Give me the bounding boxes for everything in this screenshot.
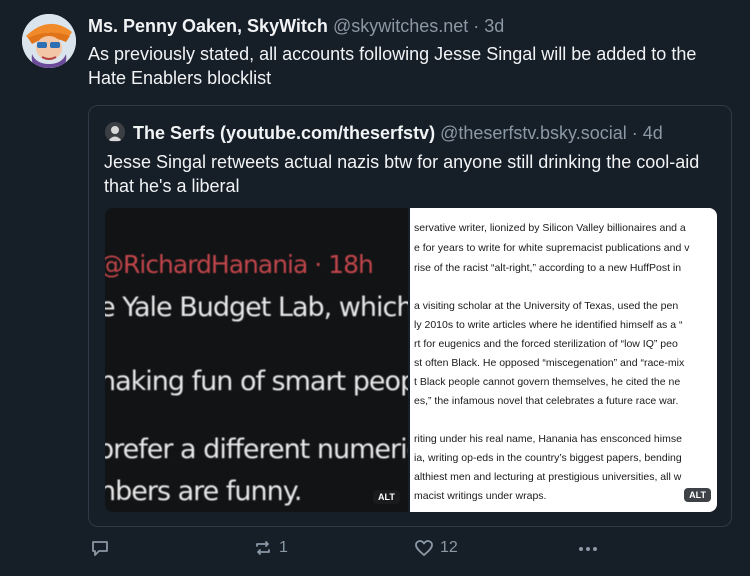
author-name[interactable]: Ms. Penny Oaken, SkyWitch [88, 16, 328, 36]
image-text-line: e Yale Budget Lab, which [105, 292, 408, 323]
image-text-line: nbers are funny. [105, 476, 302, 507]
article-line: riting under his real name, Hanania has … [414, 433, 682, 445]
repost-icon [253, 538, 273, 558]
author-handle[interactable]: @skywitches.net [333, 16, 468, 36]
author-avatar[interactable] [22, 14, 76, 68]
heart-icon [414, 538, 434, 558]
post-header: Ms. Penny Oaken, SkyWitch @skywitches.ne… [88, 16, 504, 37]
post-actions: 1 12 [0, 538, 750, 566]
quoted-post-header: The Serfs (youtube.com/theserfstv) @thes… [133, 123, 663, 144]
article-line: macist writings under wraps. [414, 490, 547, 502]
image-text-line: prefer a different numeric [105, 434, 408, 465]
article-line: rt for eugenics and the forced steriliza… [414, 338, 678, 350]
article-line: ly 2010s to write articles where he iden… [414, 319, 683, 331]
reply-icon [90, 538, 110, 558]
image-text-line: naking fun of smart peop [105, 366, 408, 397]
quoted-image-tweet-screenshot[interactable]: @RichardHanania · 18h e Yale Budget Lab,… [105, 208, 408, 512]
post-text: As previously stated, all accounts follo… [88, 44, 697, 88]
article-line: ia, writing op-eds in the country’s bigg… [414, 452, 682, 464]
quoted-author-handle[interactable]: @theserfstv.bsky.social [440, 123, 627, 143]
quoted-author-avatar [105, 122, 125, 142]
separator-dot: · [473, 16, 480, 36]
reply-button[interactable] [90, 538, 110, 558]
article-line: es,” the infamous novel that celebrates … [414, 395, 679, 407]
article-line: rise of the racist “alt-right,” accordin… [414, 262, 682, 274]
repost-count: 1 [279, 539, 288, 556]
article-line: servative writer, lionized by Silicon Va… [414, 222, 686, 234]
quoted-post[interactable]: The Serfs (youtube.com/theserfstv) @thes… [88, 105, 732, 527]
article-line: t Black people cannot govern themselves,… [414, 376, 681, 388]
like-count: 12 [440, 539, 458, 556]
article-line: e for years to write for white supremaci… [414, 242, 690, 254]
repost-button[interactable]: 1 [253, 538, 288, 558]
more-options-button[interactable] [577, 538, 599, 558]
article-line: a visiting scholar at the University of … [414, 300, 679, 312]
quoted-image-article-excerpt[interactable]: servative writer, lionized by Silicon Va… [410, 208, 717, 512]
quoted-post-timestamp[interactable]: 4d [643, 123, 663, 143]
article-line: st often Black. He opposed “miscegenatio… [414, 357, 685, 369]
alt-badge[interactable]: ALT [373, 490, 400, 504]
alt-badge[interactable]: ALT [684, 488, 711, 502]
avatar-image [22, 14, 76, 68]
image-text-line: @RichardHanania · 18h [105, 250, 374, 279]
quoted-author-name[interactable]: The Serfs (youtube.com/theserfstv) [133, 123, 435, 143]
separator-dot: · [631, 123, 638, 143]
post-timestamp[interactable]: 3d [484, 16, 504, 36]
quoted-post-text: Jesse Singal retweets actual nazis btw f… [104, 152, 700, 196]
article-line: althiest men and lecturing at prestigiou… [414, 471, 682, 483]
like-button[interactable]: 12 [414, 538, 458, 558]
more-icon [577, 538, 599, 558]
